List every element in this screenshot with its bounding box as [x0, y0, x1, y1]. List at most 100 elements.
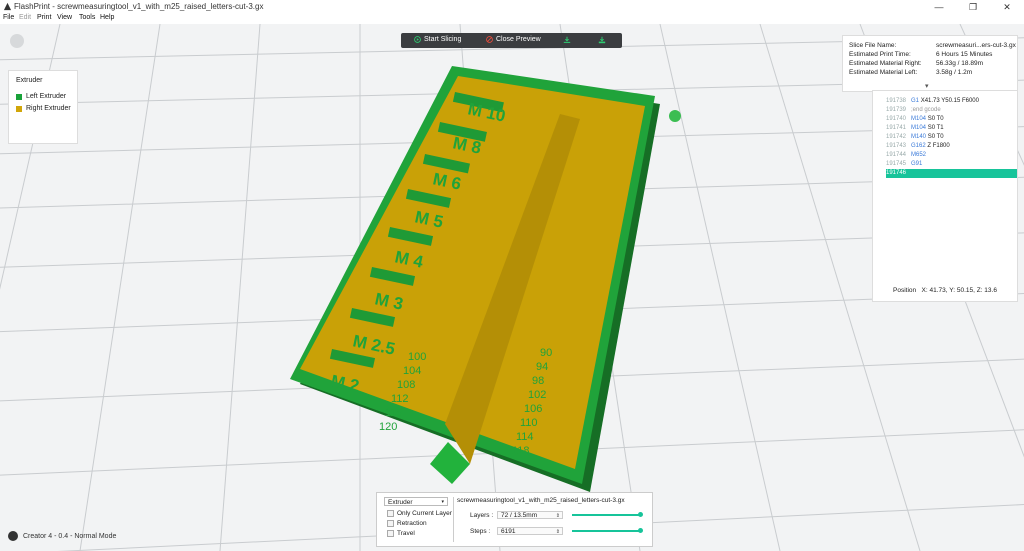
download-icon — [563, 36, 571, 43]
number-label: 112 — [391, 393, 409, 405]
number-label: 104 — [403, 365, 421, 377]
preview-viewport[interactable]: M 10 M 8 M 6 M 5 M 4 M 3 M 2.5 M 2 100 1… — [0, 24, 1024, 551]
position-readout: Position X: 41.73, Y: 50.15, Z: 13.6 — [893, 287, 997, 294]
left-color-swatch — [16, 93, 22, 100]
gcode-line-selected[interactable]: 191746 — [886, 169, 1017, 178]
sliced-model: M 10 M 8 M 6 M 5 M 4 M 3 M 2.5 M 2 100 1… — [290, 66, 681, 492]
info-value: 56.33g / 18.89m — [936, 60, 983, 67]
select-value: Extruder — [388, 499, 413, 506]
only-current-layer-checkbox[interactable]: Only Current Layer — [387, 510, 452, 517]
slider-handle[interactable] — [638, 512, 643, 517]
gcode-comment: ;end gcode — [911, 107, 941, 113]
number-label: 116 — [385, 407, 403, 419]
layers-value: 72 / 13.5mm — [501, 512, 538, 519]
layers-slider[interactable] — [572, 512, 643, 517]
gcode-command: G162 — [911, 143, 926, 149]
menu-edit[interactable]: Edit — [19, 14, 31, 21]
extruder-legend: Extruder Left Extruder Right Extruder — [8, 70, 78, 144]
steps-spinbox[interactable]: 6191 ⇕ — [497, 527, 563, 535]
number-label: 102 — [528, 389, 546, 401]
menu-print[interactable]: Print — [37, 14, 51, 21]
line-number: 191746 — [886, 170, 907, 176]
close-window-button[interactable]: ✕ — [990, 0, 1024, 14]
start-slicing-button[interactable]: Start Slicing — [414, 36, 461, 43]
gcode-panel[interactable]: 191738 G1 X41.73 Y50.15 F6000 191739 ;end … — [872, 90, 1018, 302]
gcode-line[interactable]: 191741 M104 S0 T1 — [886, 124, 1017, 133]
retraction-checkbox[interactable]: Retraction — [387, 520, 427, 527]
menu-view[interactable]: View — [57, 14, 72, 21]
window-controls: — ❐ ✕ — [922, 0, 1024, 14]
maximize-button[interactable]: ❐ — [956, 0, 990, 14]
position-value: X: 41.73, Y: 50.15, Z: 13.6 — [921, 287, 997, 294]
line-number: 191741 — [886, 125, 907, 131]
position-label: Position — [893, 287, 917, 294]
gcode-line[interactable]: 191738 G1 X41.73 Y50.15 F6000 — [886, 97, 1017, 106]
color-mode-select[interactable]: Extruder ▾ — [384, 497, 448, 506]
close-preview-button[interactable]: Close Preview — [486, 36, 541, 43]
print-button[interactable] — [598, 36, 606, 44]
gcode-args: S0 T0 — [927, 116, 944, 122]
slider-handle[interactable] — [638, 528, 643, 533]
info-key: Slice File Name: — [849, 42, 897, 49]
line-number: 191743 — [886, 143, 907, 149]
save-gcode-button[interactable] — [563, 36, 571, 44]
number-label: 94 — [536, 361, 548, 373]
number-label: 90 — [540, 347, 552, 359]
gcode-line[interactable]: 191742 M140 S0 T0 — [886, 133, 1017, 142]
spin-arrows-icon[interactable]: ⇕ — [556, 512, 560, 520]
gcode-args: S0 T0 — [927, 134, 944, 140]
legend-item-label: Right Extruder — [26, 105, 71, 112]
checkbox-label: Only Current Layer — [397, 510, 452, 517]
menu-tools[interactable]: Tools — [79, 14, 95, 21]
printer-logo-icon — [8, 531, 18, 541]
menu-file[interactable]: File — [3, 14, 14, 21]
info-value: screwmeasuri...ers-cut-3.gx — [936, 42, 1016, 49]
gcode-line[interactable]: 191745 G91 — [886, 160, 1017, 169]
home-view-button[interactable] — [10, 34, 24, 48]
gcode-line[interactable]: 191740 M104 S0 T0 — [886, 115, 1017, 124]
checkbox-box[interactable] — [387, 510, 394, 517]
printer-mode: Creator 4 - 0.4 - Normal Mode — [23, 532, 117, 540]
window-title: FlashPrint - screwmeasuringtool_v1_with_… — [14, 2, 264, 11]
gcode-line[interactable]: 191744 M652 — [886, 151, 1017, 160]
minimize-button[interactable]: — — [922, 0, 956, 14]
steps-slider[interactable] — [572, 528, 643, 533]
chevron-down-icon: ▾ — [441, 499, 444, 505]
collapse-arrow-icon[interactable]: ▾ — [925, 82, 929, 90]
start-slicing-label: Start Slicing — [424, 36, 462, 43]
spin-arrows-icon[interactable]: ⇕ — [556, 528, 560, 536]
gcode-command: M652 — [911, 152, 927, 158]
info-key: Estimated Material Right: — [849, 60, 922, 67]
preview-toolbar: Start Slicing Close Preview — [401, 33, 622, 48]
gcode-command: G1 — [911, 98, 920, 104]
gcode-line[interactable]: 191739 ;end gcode — [886, 106, 1017, 115]
line-number: 191738 — [886, 98, 907, 104]
number-label: 118 — [512, 445, 530, 457]
info-value: 6 Hours 15 Minutes — [936, 51, 993, 58]
checkbox-box[interactable] — [387, 520, 394, 527]
line-number: 191745 — [886, 161, 907, 167]
menu-help[interactable]: Help — [100, 14, 114, 21]
wipe-tower — [669, 110, 681, 122]
number-label: 114 — [516, 431, 534, 443]
gcode-line[interactable]: 191743 G162 Z F1800 — [886, 142, 1017, 151]
checkbox-box[interactable] — [387, 530, 394, 537]
right-color-swatch — [16, 105, 22, 112]
line-number: 191744 — [886, 152, 907, 158]
layers-spinbox[interactable]: 72 / 13.5mm ⇕ — [497, 511, 563, 519]
legend-item-right: Right Extruder — [16, 105, 71, 112]
travel-checkbox[interactable]: Travel — [387, 530, 415, 537]
info-value: 3.58g / 1.2m — [936, 69, 973, 76]
gcode-args: Z F1800 — [927, 143, 950, 149]
legend-item-label: Left Extruder — [26, 93, 67, 100]
number-label: 106 — [524, 403, 542, 415]
menu-bar: File Edit Print View Tools Help — [0, 14, 1024, 24]
number-label: 110 — [520, 417, 538, 429]
legend-title: Extruder — [16, 77, 43, 84]
divider — [453, 497, 454, 542]
gcode-command: M104 — [911, 116, 927, 122]
number-label: 100 — [408, 351, 426, 363]
steps-label: Steps : — [470, 528, 491, 535]
checkbox-label: Travel — [397, 530, 415, 537]
gcode-command: M104 — [911, 125, 927, 131]
